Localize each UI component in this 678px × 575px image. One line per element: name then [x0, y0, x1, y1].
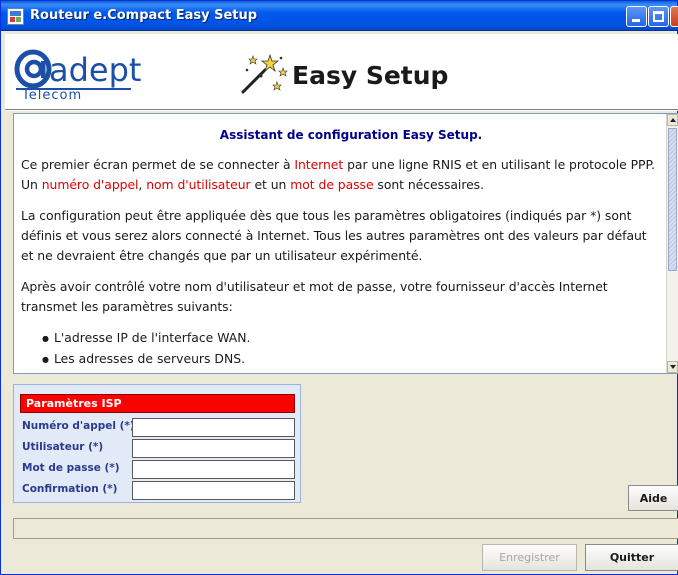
banner-title: Easy Setup — [292, 61, 449, 90]
scroll-down-button[interactable] — [667, 361, 678, 373]
username-label: Utilisateur (*) — [22, 441, 104, 453]
info-content: Assistant de configuration Easy Setup. C… — [21, 128, 661, 370]
phone-number-field[interactable] — [132, 418, 295, 437]
info-list: L'adresse IP de l'interface WAN. Les adr… — [42, 328, 661, 370]
window-title: Routeur e.Compact Easy Setup — [30, 8, 258, 23]
info-panel[interactable]: Assistant de configuration Easy Setup. C… — [13, 113, 678, 374]
svg-text:adept: adept — [49, 51, 141, 89]
list-item: Les adresses de serveurs DNS. — [42, 349, 661, 370]
quit-button[interactable]: Quitter — [585, 544, 678, 571]
link-username[interactable]: nom d'utilisateur — [146, 177, 250, 192]
scroll-up-button[interactable] — [667, 114, 678, 126]
magic-wand-icon — [241, 53, 288, 94]
help-button[interactable]: Aide — [628, 485, 678, 511]
app-icon — [7, 8, 24, 25]
info-text: Ce premier écran permet de se connecter … — [21, 157, 295, 172]
header-banner: adept Telecom Easy Setup — [5, 34, 678, 109]
link-password[interactable]: mot de passe — [290, 177, 373, 192]
password-label: Mot de passe (*) — [22, 462, 120, 474]
info-text: et un — [250, 177, 291, 192]
username-row: Utilisateur (*) — [22, 439, 300, 458]
arrow-down-icon — [670, 365, 676, 369]
info-text: sont nécessaires. — [373, 177, 484, 192]
link-phone-number[interactable]: numéro d'appel — [42, 177, 139, 192]
confirmation-label: Confirmation (*) — [22, 483, 118, 495]
svg-text:Telecom: Telecom — [21, 88, 82, 99]
arrow-up-icon — [670, 118, 676, 122]
status-bar — [13, 518, 678, 539]
save-button[interactable]: Enregistrer — [482, 544, 577, 571]
isp-header: Paramètres ISP — [20, 394, 295, 413]
password-field[interactable] — [132, 460, 295, 479]
info-paragraph-1: Ce premier écran permet de se connecter … — [21, 155, 661, 195]
close-button[interactable] — [670, 6, 678, 27]
phone-number-label: Numéro d'appel (*) — [22, 420, 135, 432]
minimize-icon — [632, 19, 640, 22]
minimize-button[interactable] — [626, 6, 647, 27]
adept-telecom-logo: adept Telecom — [14, 49, 141, 99]
confirmation-field[interactable] — [132, 481, 295, 500]
list-item: L'adresse IP de l'interface WAN. — [42, 328, 661, 349]
scroll-thumb[interactable] — [668, 128, 677, 271]
maximize-icon — [653, 11, 664, 22]
banner-divider — [5, 109, 678, 111]
info-paragraph-3: Après avoir contrôlé votre nom d'utilisa… — [21, 279, 608, 314]
isp-parameters-group: Paramètres ISP Numéro d'appel (*) Utilis… — [13, 384, 301, 503]
link-internet[interactable]: Internet — [294, 157, 343, 172]
vertical-scrollbar[interactable] — [666, 114, 678, 373]
info-paragraph-2: La configuration peut être appliquée dès… — [21, 208, 647, 263]
confirmation-row: Confirmation (*) — [22, 481, 300, 500]
info-heading: Assistant de configuration Easy Setup. — [219, 128, 483, 142]
password-row: Mot de passe (*) — [22, 460, 300, 479]
phone-number-row: Numéro d'appel (*) — [22, 418, 300, 437]
maximize-button[interactable] — [648, 6, 669, 27]
username-field[interactable] — [132, 439, 295, 458]
title-bar[interactable]: Routeur e.Compact Easy Setup — [1, 1, 678, 31]
app-window: Routeur e.Compact Easy Setup adept Telec… — [0, 0, 678, 575]
